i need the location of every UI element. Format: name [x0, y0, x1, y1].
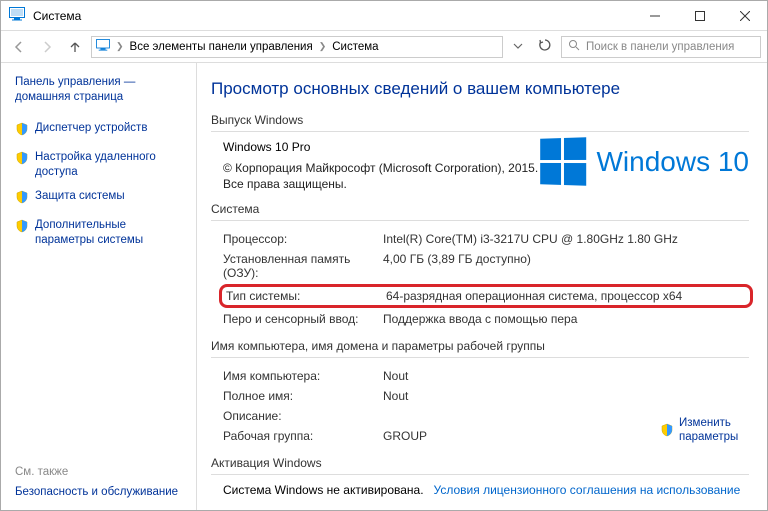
- shield-icon: [15, 190, 29, 208]
- minimize-button[interactable]: [632, 1, 677, 30]
- label-system-type: Тип системы:: [226, 289, 386, 303]
- license-terms-link[interactable]: Условия лицензионного соглашения на испо…: [434, 483, 741, 497]
- sidebar-item-label: Диспетчер устройств: [35, 121, 147, 135]
- nav-forward-button[interactable]: [35, 35, 59, 59]
- label-computer-name: Имя компьютера:: [223, 369, 383, 383]
- value-ram: 4,00 ГБ (3,89 ГБ доступно): [383, 252, 749, 266]
- section-computer-name: Имя компьютера, имя домена и параметры р…: [211, 339, 749, 358]
- search-input[interactable]: Поиск в панели управления: [561, 36, 761, 58]
- activation-status: Система Windows не активирована.: [223, 483, 424, 497]
- shield-icon: [15, 151, 29, 169]
- titlebar: Система: [1, 1, 767, 31]
- breadcrumb-bar[interactable]: ❯ Все элементы панели управления ❯ Систе…: [91, 36, 503, 58]
- sidebar-item-label: Настройка удаленного доступа: [35, 150, 186, 179]
- system-info-table: Процессор: Intel(R) Core(TM) i3-3217U CP…: [211, 229, 749, 329]
- main-panel: Просмотр основных сведений о вашем компь…: [196, 63, 767, 510]
- window-title: Система: [33, 9, 632, 23]
- maximize-button[interactable]: [677, 1, 722, 30]
- row-full-name: Полное имя: Nout: [223, 386, 749, 406]
- sidebar-item-device-manager[interactable]: Диспетчер устройств: [15, 121, 186, 140]
- shield-icon: [15, 122, 29, 140]
- copyright-text: © Корпорация Майкрософт (Microsoft Corpo…: [223, 160, 539, 192]
- address-bar: ❯ Все элементы панели управления ❯ Систе…: [1, 31, 767, 63]
- row-pen-touch: Перо и сенсорный ввод: Поддержка ввода с…: [223, 309, 749, 329]
- security-maintenance-link[interactable]: Безопасность и обслуживание: [15, 486, 178, 498]
- value-pen-touch: Поддержка ввода с помощью пера: [383, 312, 749, 326]
- sidebar-item-label: Защита системы: [35, 189, 125, 203]
- label-full-name: Полное имя:: [223, 389, 383, 403]
- system-small-icon: [96, 39, 110, 54]
- windows-logo-text: Windows 10: [596, 146, 749, 178]
- system-icon: [9, 7, 25, 24]
- windows-edition-name: Windows 10 Pro: [223, 140, 539, 154]
- see-also-section: См. также Безопасность и обслуживание: [15, 466, 178, 498]
- row-system-type: Тип системы: 64-разрядная операционная с…: [219, 284, 753, 308]
- shield-icon: [660, 423, 674, 440]
- nav-back-button[interactable]: [7, 35, 31, 59]
- row-processor: Процессор: Intel(R) Core(TM) i3-3217U CP…: [223, 229, 749, 249]
- label-ram: Установленная память (ОЗУ):: [223, 252, 383, 280]
- search-placeholder: Поиск в панели управления: [586, 41, 734, 53]
- change-settings-link[interactable]: Изменить параметры: [660, 417, 749, 445]
- search-icon: [568, 39, 580, 54]
- close-button[interactable]: [722, 1, 767, 30]
- label-workgroup: Рабочая группа:: [223, 429, 383, 443]
- section-windows-edition: Выпуск Windows: [211, 113, 749, 132]
- refresh-button[interactable]: [533, 38, 557, 55]
- row-computer-name: Имя компьютера: Nout: [223, 366, 749, 386]
- row-ram: Установленная память (ОЗУ): 4,00 ГБ (3,8…: [223, 249, 749, 283]
- sidebar-item-advanced-settings[interactable]: Дополнительные параметры системы: [15, 218, 186, 247]
- nav-up-button[interactable]: [63, 35, 87, 59]
- value-system-type: 64-разрядная операционная система, проце…: [386, 289, 746, 303]
- sidebar-item-remote-settings[interactable]: Настройка удаленного доступа: [15, 150, 186, 179]
- change-settings-label: Изменить параметры: [679, 417, 749, 445]
- breadcrumb-dropdown[interactable]: [507, 40, 529, 54]
- label-description: Описание:: [223, 409, 383, 423]
- breadcrumb-item[interactable]: Система: [332, 41, 378, 53]
- section-activation: Активация Windows: [211, 456, 749, 475]
- shield-icon: [15, 219, 29, 237]
- value-computer-name: Nout: [383, 369, 749, 383]
- page-title: Просмотр основных сведений о вашем компь…: [211, 79, 749, 99]
- value-full-name: Nout: [383, 389, 749, 403]
- chevron-right-icon: ❯: [116, 41, 124, 52]
- window-buttons: [632, 1, 767, 30]
- activation-row: Система Windows не активирована. Условия…: [211, 483, 749, 497]
- value-processor: Intel(R) Core(TM) i3-3217U CPU @ 1.80GHz…: [383, 232, 749, 246]
- control-panel-home-link[interactable]: Панель управления — домашняя страница: [15, 75, 186, 105]
- section-system: Система: [211, 202, 749, 221]
- label-pen-touch: Перо и сенсорный ввод:: [223, 312, 383, 326]
- breadcrumb-item[interactable]: Все элементы панели управления: [130, 41, 313, 53]
- windows-10-logo: Windows 10: [539, 138, 749, 185]
- chevron-right-icon: ❯: [319, 41, 327, 52]
- sidebar-item-system-protection[interactable]: Защита системы: [15, 189, 186, 208]
- label-processor: Процессор:: [223, 232, 383, 246]
- windows-logo-icon: [541, 137, 587, 185]
- sidebar: Панель управления — домашняя страница Ди…: [1, 63, 196, 510]
- see-also-header: См. также: [15, 466, 178, 478]
- sidebar-item-label: Дополнительные параметры системы: [35, 218, 186, 247]
